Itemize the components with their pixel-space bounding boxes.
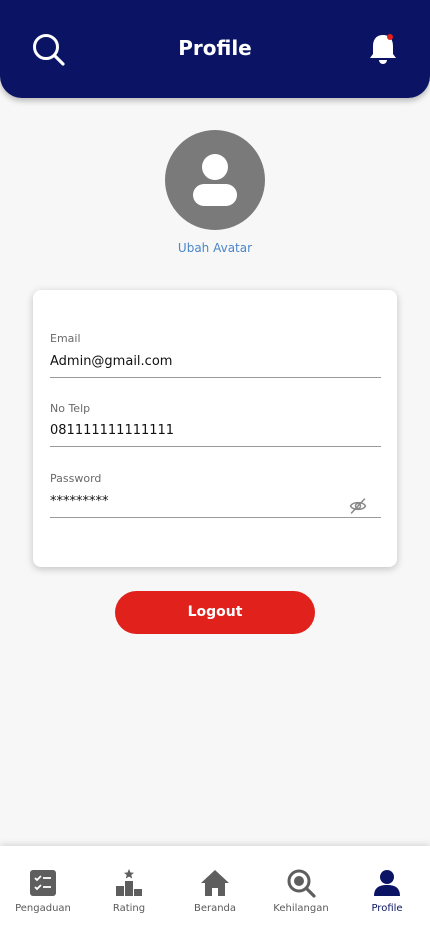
bottom-navigation: Pengaduan Rating Beranda Kehilangan Prof… [0, 846, 430, 932]
change-avatar-link[interactable]: Ubah Avatar [0, 241, 430, 255]
password-label: Password [50, 472, 102, 485]
profile-form-card: Email Admin@gmail.com No Telp 0811111111… [33, 290, 397, 567]
nav-item-kehilangan[interactable]: Kehilangan [258, 846, 344, 932]
password-field[interactable]: ********* [50, 494, 109, 509]
search-icon [287, 869, 316, 898]
nav-item-rating[interactable]: Rating [86, 846, 172, 932]
page-title: Profile [178, 36, 252, 60]
nav-label-beranda: Beranda [193, 903, 237, 914]
email-field[interactable]: Admin@gmail.com [50, 352, 381, 378]
nav-label-profile: Profile [371, 903, 403, 914]
nav-item-profile[interactable]: Profile [344, 846, 430, 932]
eye-off-icon[interactable] [349, 497, 367, 515]
avatar[interactable] [165, 130, 265, 230]
logout-button[interactable]: Logout [115, 591, 315, 634]
phone-field[interactable]: 081111111111111 [50, 421, 381, 447]
nav-item-pengaduan[interactable]: Pengaduan [0, 846, 86, 932]
home-icon [201, 870, 229, 896]
nav-item-beranda[interactable]: Beranda [172, 846, 258, 932]
checklist-icon [30, 870, 56, 896]
user-icon [193, 154, 237, 206]
password-field-wrap[interactable]: ********* [50, 492, 381, 518]
nav-label-rating: Rating [112, 903, 146, 914]
nav-label-pengaduan: Pengaduan [15, 903, 71, 914]
nav-label-kehilangan: Kehilangan [273, 903, 329, 914]
user-icon [374, 870, 400, 896]
email-label: Email [50, 332, 81, 345]
app-header: Profile [0, 0, 430, 98]
notification-dot [387, 34, 393, 40]
phone-label: No Telp [50, 402, 91, 415]
podium-icon [116, 869, 142, 896]
bell-icon[interactable] [367, 31, 399, 67]
